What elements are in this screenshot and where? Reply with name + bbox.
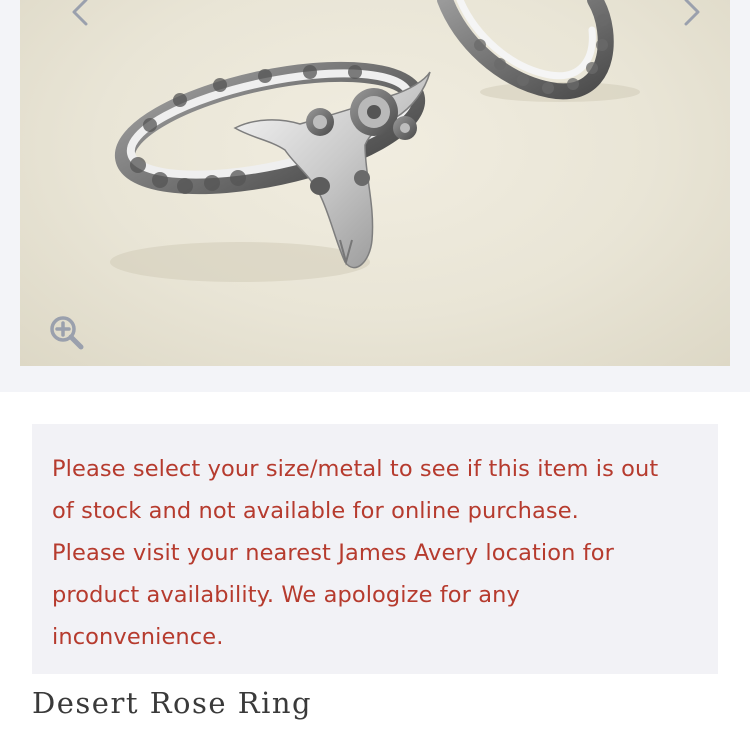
previous-image-button[interactable]: [68, 0, 108, 30]
stock-notice-text: Please select your size/metal to see if …: [52, 448, 698, 658]
chevron-left-icon: [72, 0, 88, 26]
notice-line-2: of stock and not available for online pu…: [52, 498, 579, 524]
notice-line-1: Please select your size/metal to see if …: [52, 456, 659, 482]
zoom-button[interactable]: [48, 314, 86, 352]
chevron-right-icon: [684, 0, 700, 26]
stock-notice: Please select your size/metal to see if …: [32, 424, 718, 674]
notice-line-4: product availability. We apologize for a…: [52, 582, 520, 608]
notice-line-3: Please visit your nearest James Avery lo…: [52, 540, 614, 566]
notice-line-5: inconvenience.: [52, 624, 224, 650]
product-image[interactable]: [20, 0, 730, 366]
product-gallery: [0, 0, 750, 392]
next-image-button[interactable]: [680, 0, 720, 30]
zoom-in-icon: [50, 316, 84, 350]
ring-illustration: [110, 0, 640, 282]
product-title: Desert Rose Ring: [32, 686, 313, 720]
